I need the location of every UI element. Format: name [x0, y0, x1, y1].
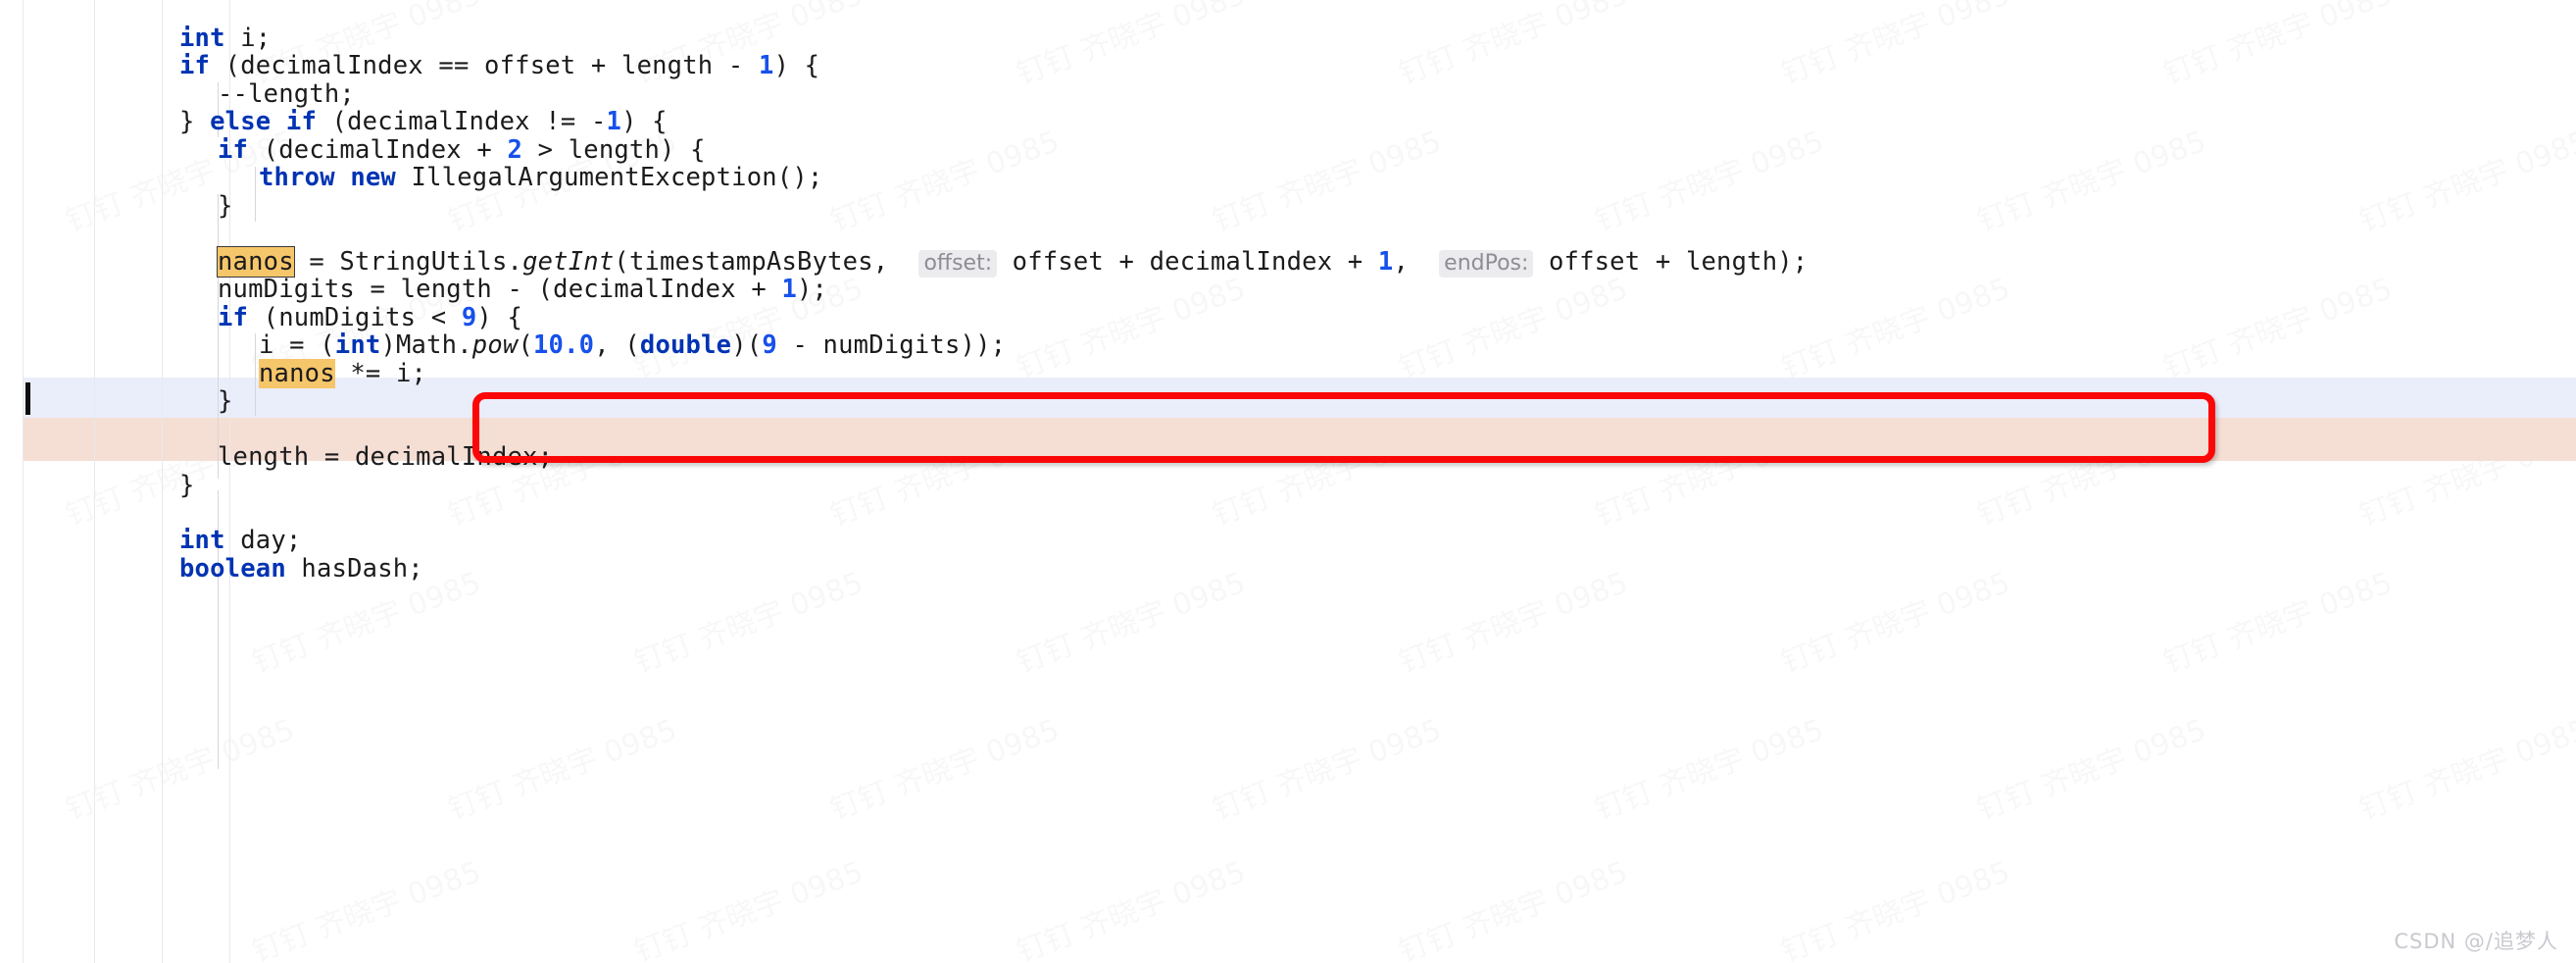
code-token: int [179, 24, 225, 53]
code-token: numDigits = length - (decimalIndex + [218, 275, 782, 304]
code-token: offset + length); [1533, 247, 1808, 277]
line-int-day[interactable]: int day; [0, 527, 301, 555]
code-editor-viewport[interactable]: 钉钉 齐晓宇 0985钉钉 齐晓宇 0985钉钉 齐晓宇 0985钉钉 齐晓宇 … [0, 0, 2576, 963]
code-token: } [218, 191, 233, 221]
code-token: boolean [179, 554, 286, 583]
code-token: day; [224, 526, 302, 555]
code-token: getInt [522, 247, 615, 277]
code-token: 2 [507, 135, 523, 165]
code-token: 9 [762, 330, 777, 360]
code-token: else [210, 107, 272, 136]
line-close-brace-2[interactable]: } [0, 387, 233, 416]
code-token: 10.0 [533, 330, 595, 360]
code-token: 1 [606, 107, 622, 136]
line-close-brace-3[interactable]: } [0, 472, 195, 500]
line-numdigits[interactable]: numDigits = length - (decimalIndex + 1); [0, 276, 827, 304]
code-token: (decimalIndex == offset + length - [210, 51, 759, 80]
code-token: new [350, 163, 396, 192]
line-if-plus-two[interactable]: if (decimalIndex + 2 > length) { [0, 136, 706, 165]
line-blank-2[interactable] [0, 416, 218, 444]
code-token: (decimalIndex + [248, 135, 508, 165]
code-token: double [639, 330, 732, 360]
code-token: ) { [476, 303, 523, 332]
code-token: offset + decimalIndex + [997, 247, 1378, 277]
code-token: , [1393, 247, 1424, 277]
code-token: )Math. [380, 330, 472, 360]
code-token: ) { [773, 51, 820, 80]
line-math-pow[interactable]: i = (int)Math.pow(10.0, (double)(9 - num… [0, 331, 1006, 360]
identifier-occurrence-highlight: nanos [217, 246, 295, 278]
code-token: IllegalArgumentException(); [396, 163, 823, 192]
code-token: ); [797, 275, 828, 304]
code-token: if [218, 135, 249, 165]
code-token: > length) { [522, 135, 706, 165]
code-token: *= i; [334, 359, 427, 388]
line-blank-1[interactable] [0, 220, 218, 248]
line-nanos-mult[interactable]: nanos *= i; [0, 359, 427, 388]
code-token: } [179, 471, 195, 500]
text-caret [25, 382, 30, 415]
inlay-parameter-hint: endPos: [1439, 250, 1534, 278]
line-int-i[interactable]: int i; [0, 25, 271, 53]
code-token: hasDash; [285, 554, 423, 583]
code-token: )( [731, 330, 763, 360]
line-else-if[interactable]: } else if (decimalIndex != -1) { [0, 108, 668, 136]
identifier-occurrence-highlight: nanos [259, 359, 335, 388]
line-if-numdigits[interactable]: if (numDigits < 9) { [0, 304, 522, 332]
code-token: (timestampAsBytes, [614, 247, 904, 277]
code-token: pow [471, 330, 519, 360]
code-token: ( [518, 330, 533, 360]
line-blank-3[interactable] [0, 499, 179, 528]
code-token: if [218, 303, 249, 332]
line-boolean-hasdash[interactable]: boolean hasDash; [0, 555, 423, 583]
code-token: } [179, 107, 211, 136]
code-token: if [285, 107, 317, 136]
code-token: (numDigits < [248, 303, 462, 332]
code-token: 9 [461, 303, 477, 332]
code-token: --length; [218, 79, 355, 109]
line-nanos-assign[interactable]: nanos = StringUtils.getInt(timestampAsBy… [0, 246, 1808, 278]
line-throw[interactable]: throw new IllegalArgumentException(); [0, 164, 822, 192]
code-token: - numDigits)); [776, 330, 1007, 360]
code-token: int [179, 526, 225, 555]
code-token: 1 [759, 51, 774, 80]
code-token: i; [224, 24, 272, 53]
line-close-brace-1[interactable]: } [0, 192, 233, 221]
code-token: , ( [594, 330, 640, 360]
csdn-credit: CSDN @/追梦人 [2394, 930, 2558, 953]
line-decrement-length[interactable]: --length; [0, 80, 355, 109]
code-token: int [334, 330, 381, 360]
code-token: 1 [1377, 247, 1394, 277]
code-token: throw [259, 163, 335, 192]
code-token: i = ( [259, 330, 335, 360]
code-token: if [179, 51, 211, 80]
line-if-decimalindex-eq[interactable]: if (decimalIndex == offset + length - 1)… [0, 52, 819, 80]
code-text-area[interactable]: int i; if (decimalIndex == offset + lengt… [0, 0, 2576, 963]
line-length-assign[interactable]: length = decimalIndex; [0, 443, 553, 472]
code-token: } [218, 386, 233, 416]
code-token: = StringUtils. [293, 247, 523, 277]
code-token: ) { [621, 107, 668, 136]
code-token: 1 [781, 275, 797, 304]
code-token: length = decimalIndex; [218, 442, 554, 472]
inlay-parameter-hint: offset: [918, 250, 998, 278]
code-token: (decimalIndex != - [317, 107, 607, 136]
